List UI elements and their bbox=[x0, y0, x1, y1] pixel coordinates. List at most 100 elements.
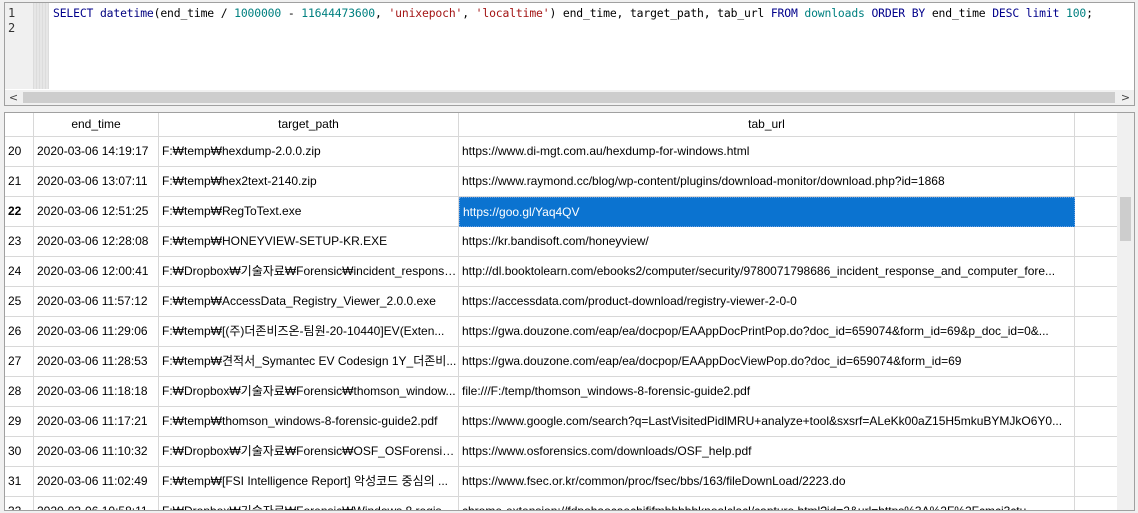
row-filler bbox=[1075, 317, 1117, 347]
sql-token: 11644473600 bbox=[301, 6, 376, 20]
row-number-cell: 29 bbox=[5, 407, 34, 437]
table-row[interactable]: 20 2020-03-06 14:19:17 F:₩temp₩hexdump-2.0… bbox=[5, 137, 1117, 167]
target-path-cell[interactable]: F:₩Dropbox₩기술자료₩Forensic₩thomson_window.… bbox=[159, 377, 459, 407]
target-path-cell[interactable]: F:₩temp₩견적서_Symantec EV Codesign 1Y_더존비.… bbox=[159, 347, 459, 377]
sql-token: ORDER BY bbox=[871, 6, 932, 20]
tab-url-cell[interactable]: chrome-extension://fdpohaocaechififmbbbb… bbox=[459, 497, 1075, 510]
column-header-target-path[interactable]: target_path bbox=[159, 113, 459, 137]
column-header-tab-url[interactable]: tab_url bbox=[459, 113, 1075, 137]
scrollbar-thumb[interactable] bbox=[1120, 197, 1131, 241]
end-time-cell[interactable]: 2020-03-06 13:07:11 bbox=[34, 167, 159, 197]
end-time-cell[interactable]: 2020-03-06 11:18:18 bbox=[34, 377, 159, 407]
row-number-cell: 31 bbox=[5, 467, 34, 497]
table-row[interactable]: 22 2020-03-06 12:51:25 F:₩temp₩RegToText.e… bbox=[5, 197, 1117, 227]
row-filler bbox=[1075, 257, 1117, 287]
target-path-cell[interactable]: F:₩Dropbox₩기술자료₩Forensic₩Windows 8 regis… bbox=[159, 497, 459, 510]
sql-token: FROM bbox=[770, 6, 805, 20]
target-path-cell[interactable]: F:₩temp₩AccessData_Registry_Viewer_2.0.0… bbox=[159, 287, 459, 317]
target-path-cell[interactable]: F:₩temp₩HONEYVIEW-SETUP-KR.EXE bbox=[159, 227, 459, 257]
tab-url-cell[interactable]: https://www.di-mgt.com.au/hexdump-for-wi… bbox=[459, 137, 1075, 167]
sql-token: ; bbox=[1086, 6, 1093, 20]
end-time-cell[interactable]: 2020-03-06 12:51:25 bbox=[34, 197, 159, 227]
row-filler bbox=[1075, 287, 1117, 317]
table-row[interactable]: 27 2020-03-06 11:28:53 F:₩temp₩견적서_Symante… bbox=[5, 347, 1117, 377]
sql-token: 100 bbox=[1066, 6, 1087, 20]
sql-token: end_time bbox=[931, 6, 993, 20]
table-row[interactable]: 26 2020-03-06 11:29:06 F:₩temp₩[(주)더존비즈온-팀… bbox=[5, 317, 1117, 347]
sql-token: downloads bbox=[804, 6, 872, 20]
tab-url-cell[interactable]: file:///F:/temp/thomson_windows-8-forens… bbox=[459, 377, 1075, 407]
target-path-cell[interactable]: F:₩temp₩[FSI Intelligence Report] 악성코드 중… bbox=[159, 467, 459, 497]
end-time-cell[interactable]: 2020-03-06 11:28:53 bbox=[34, 347, 159, 377]
tab-url-cell[interactable]: https://gwa.douzone.com/eap/ea/docpop/EA… bbox=[459, 317, 1075, 347]
tab-url-cell[interactable]: https://accessdata.com/product-download/… bbox=[459, 287, 1075, 317]
row-number-cell: 22 bbox=[5, 197, 34, 227]
tab-url-cell[interactable]: https://gwa.douzone.com/eap/ea/docpop/EA… bbox=[459, 347, 1075, 377]
column-header-end-time[interactable]: end_time bbox=[34, 113, 159, 137]
row-filler bbox=[1075, 167, 1117, 197]
target-path-cell[interactable]: F:₩temp₩[(주)더존비즈온-팀원-20-10440]EV(Exten..… bbox=[159, 317, 459, 347]
row-number-cell: 28 bbox=[5, 377, 34, 407]
sql-token: DESC limit bbox=[992, 6, 1066, 20]
editor-horizontal-scrollbar[interactable]: < > bbox=[5, 90, 1134, 105]
sql-query-text[interactable]: SELECT datetime(end_time / 1000000 - 116… bbox=[53, 6, 1093, 20]
scroll-right-icon[interactable]: > bbox=[1117, 90, 1134, 105]
table-row[interactable]: 24 2020-03-06 12:00:41 F:₩Dropbox₩기술자료₩For… bbox=[5, 257, 1117, 287]
target-path-cell[interactable]: F:₩temp₩hexdump-2.0.0.zip bbox=[159, 137, 459, 167]
sql-token: - bbox=[281, 6, 302, 20]
sql-token: ) end_time, target_path, tab_url bbox=[549, 6, 771, 20]
end-time-cell[interactable]: 2020-03-06 12:28:08 bbox=[34, 227, 159, 257]
scrollbar-thumb[interactable] bbox=[23, 92, 1115, 103]
tab-url-cell[interactable]: https://www.raymond.cc/blog/wp-content/p… bbox=[459, 167, 1075, 197]
row-filler bbox=[1075, 437, 1117, 467]
end-time-cell[interactable]: 2020-03-06 12:00:41 bbox=[34, 257, 159, 287]
header-filler bbox=[1075, 113, 1117, 137]
table-row[interactable]: 31 2020-03-06 11:02:49 F:₩temp₩[FSI Intell… bbox=[5, 467, 1117, 497]
end-time-cell[interactable]: 2020-03-06 14:19:17 bbox=[34, 137, 159, 167]
row-filler bbox=[1075, 467, 1117, 497]
end-time-cell[interactable]: 2020-03-06 11:57:12 bbox=[34, 287, 159, 317]
row-filler bbox=[1075, 407, 1117, 437]
end-time-cell[interactable]: 2020-03-06 10:58:11 bbox=[34, 497, 159, 510]
table-row[interactable]: 23 2020-03-06 12:28:08 F:₩temp₩HONEYVIEW-S… bbox=[5, 227, 1117, 257]
line-number: 1 bbox=[8, 6, 16, 20]
table-row[interactable]: 21 2020-03-06 13:07:11 F:₩temp₩hex2text-21… bbox=[5, 167, 1117, 197]
fold-margin bbox=[33, 3, 49, 89]
sql-token: 1000000 bbox=[234, 6, 282, 20]
sql-editor[interactable]: 1 2 SELECT datetime(end_time / 1000000 -… bbox=[4, 2, 1135, 106]
table-row[interactable]: 28 2020-03-06 11:18:18 F:₩Dropbox₩기술자료₩For… bbox=[5, 377, 1117, 407]
grid-header: end_time target_path tab_url bbox=[5, 113, 1117, 137]
row-number-cell: 20 bbox=[5, 137, 34, 167]
row-number-cell: 24 bbox=[5, 257, 34, 287]
table-row[interactable]: 30 2020-03-06 11:10:32 F:₩Dropbox₩기술자료₩For… bbox=[5, 437, 1117, 467]
results-grid[interactable]: end_time target_path tab_url 20 2020-03-0… bbox=[4, 112, 1135, 511]
end-time-cell[interactable]: 2020-03-06 11:10:32 bbox=[34, 437, 159, 467]
target-path-cell[interactable]: F:₩temp₩RegToText.exe bbox=[159, 197, 459, 227]
tab-url-cell[interactable]: https://kr.bandisoft.com/honeyview/ bbox=[459, 227, 1075, 257]
sql-token: datetime bbox=[99, 6, 154, 20]
table-row[interactable]: 29 2020-03-06 11:17:21 F:₩temp₩thomson_win… bbox=[5, 407, 1117, 437]
target-path-cell[interactable]: F:₩Dropbox₩기술자료₩Forensic₩incident_respon… bbox=[159, 257, 459, 287]
row-filler bbox=[1075, 497, 1117, 510]
end-time-cell[interactable]: 2020-03-06 11:17:21 bbox=[34, 407, 159, 437]
tab-url-cell[interactable]: https://www.osforensics.com/downloads/OS… bbox=[459, 437, 1075, 467]
sql-token: 'localtime' bbox=[475, 6, 550, 20]
tab-url-cell[interactable]: https://www.google.com/search?q=LastVisi… bbox=[459, 407, 1075, 437]
row-number-cell: 21 bbox=[5, 167, 34, 197]
target-path-cell[interactable]: F:₩temp₩thomson_windows-8-forensic-guide… bbox=[159, 407, 459, 437]
end-time-cell[interactable]: 2020-03-06 11:02:49 bbox=[34, 467, 159, 497]
table-row[interactable]: 32 2020-03-06 10:58:11 F:₩Dropbox₩기술자료₩For… bbox=[5, 497, 1117, 510]
sql-token: , bbox=[375, 6, 389, 20]
grid-rows: 20 2020-03-06 14:19:17 F:₩temp₩hexdump-2.0… bbox=[5, 137, 1117, 510]
tab-url-cell[interactable]: http://dl.booktolearn.com/ebooks2/comput… bbox=[459, 257, 1075, 287]
grid-vertical-scrollbar[interactable] bbox=[1117, 113, 1134, 510]
table-row[interactable]: 25 2020-03-06 11:57:12 F:₩temp₩AccessData_… bbox=[5, 287, 1117, 317]
row-number-cell: 26 bbox=[5, 317, 34, 347]
tab-url-cell[interactable]: https://goo.gl/Yaq4QV bbox=[459, 197, 1075, 227]
row-filler bbox=[1075, 137, 1117, 167]
end-time-cell[interactable]: 2020-03-06 11:29:06 bbox=[34, 317, 159, 347]
scroll-left-icon[interactable]: < bbox=[5, 90, 22, 105]
tab-url-cell[interactable]: https://www.fsec.or.kr/common/proc/fsec/… bbox=[459, 467, 1075, 497]
target-path-cell[interactable]: F:₩Dropbox₩기술자료₩Forensic₩OSF_OSForensics… bbox=[159, 437, 459, 467]
target-path-cell[interactable]: F:₩temp₩hex2text-2140.zip bbox=[159, 167, 459, 197]
